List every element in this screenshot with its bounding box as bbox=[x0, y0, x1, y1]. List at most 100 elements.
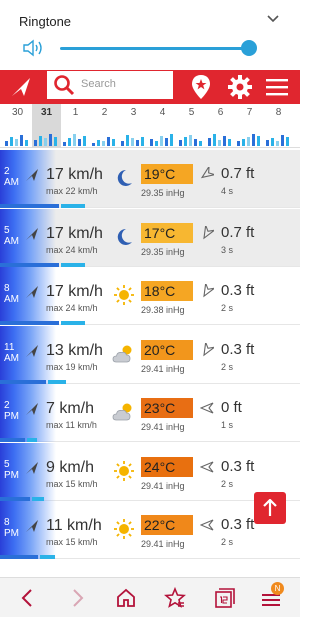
wind-speed: 11 km/h bbox=[46, 517, 102, 534]
temperature-badge: 24°C bbox=[141, 456, 193, 477]
ampm-text: PM bbox=[4, 469, 19, 481]
wind-gust-max: max 19 km/h bbox=[46, 361, 98, 372]
day-tab-4[interactable]: 4 bbox=[148, 104, 177, 148]
day-number: 7 bbox=[246, 107, 253, 118]
wind-direction-icon bbox=[26, 461, 38, 474]
wind-gust-max: max 15 km/h bbox=[46, 478, 98, 489]
wind-speed: 17 km/h bbox=[46, 166, 103, 183]
forecast-row[interactable]: 8 AM 17 km/h max 24 km/h 18°C 29.38 inHg 0.3 f… bbox=[0, 267, 300, 325]
wind-strength-bar bbox=[0, 379, 46, 384]
day-number: 5 bbox=[188, 107, 195, 118]
temperature-badge: 19°C bbox=[141, 164, 193, 184]
temperature-badge: 20°C bbox=[141, 339, 193, 360]
day-tab-31[interactable]: 31 bbox=[32, 104, 61, 148]
day-tab-8[interactable]: 8 bbox=[264, 104, 293, 148]
partly-cloudy-icon bbox=[112, 403, 132, 421]
ampm-text: AM bbox=[4, 177, 19, 188]
day-tab-3[interactable]: 3 bbox=[119, 104, 148, 148]
volume-slider-thumb[interactable] bbox=[241, 40, 258, 56]
forward-arrow-icon[interactable] bbox=[65, 586, 89, 610]
hour-text: 2 bbox=[4, 166, 10, 177]
volume-slider-track[interactable] bbox=[60, 47, 255, 50]
day-selector-strip: 30 31 1 2 3 4 5 6 7 8 bbox=[0, 104, 300, 148]
day-tab-30[interactable]: 30 bbox=[3, 104, 32, 148]
wind-gust-bar bbox=[40, 555, 55, 559]
day-number: 1 bbox=[72, 107, 79, 118]
swell-period: 2 s bbox=[221, 361, 234, 372]
swell-direction-icon bbox=[203, 225, 214, 239]
tabs-icon[interactable] bbox=[212, 586, 236, 610]
wind-gust-bar bbox=[61, 262, 85, 267]
day-tab-7[interactable]: 7 bbox=[235, 104, 264, 148]
hour-text: 8 bbox=[4, 517, 10, 528]
pressure-value: 29.41 inHg bbox=[141, 422, 185, 432]
forecast-row[interactable]: 5 AM 17 km/h max 24 km/h 17°C 29.35 inHg 0.7 f… bbox=[0, 208, 300, 267]
back-arrow-icon[interactable] bbox=[16, 586, 40, 610]
search-box[interactable]: Search bbox=[46, 70, 174, 100]
sun-icon bbox=[114, 519, 134, 539]
day-wind-bars bbox=[61, 130, 90, 146]
day-wind-bars bbox=[119, 130, 148, 146]
app-screen: Ringtone Search 30 31 1 2 3 4 5 6 7 8 2 … bbox=[0, 0, 300, 617]
day-number: 31 bbox=[40, 107, 53, 118]
forecast-row[interactable]: 2 AM 17 km/h max 22 km/h 19°C 29.35 inHg 0.7 f… bbox=[0, 150, 300, 208]
forecast-row[interactable]: 2 PM 7 km/h max 11 km/h 23°C 29.41 inHg 0 ft 1 … bbox=[0, 384, 300, 442]
scroll-to-top-button[interactable] bbox=[254, 492, 286, 524]
day-tab-2[interactable]: 2 bbox=[90, 104, 119, 148]
swell-height: 0.7 ft bbox=[221, 165, 255, 182]
notification-badge: N bbox=[271, 582, 284, 595]
swell-height: 0.3 ft bbox=[221, 282, 255, 299]
time-label: 2 AM bbox=[4, 166, 19, 188]
day-tab-1[interactable]: 1 bbox=[61, 104, 90, 148]
wind-speed: 9 km/h bbox=[46, 458, 95, 476]
wind-direction-icon bbox=[26, 344, 38, 357]
pressure-value: 29.41 inHg bbox=[141, 363, 185, 374]
swell-height: 0 ft bbox=[221, 399, 242, 416]
wind-gust-bar bbox=[48, 379, 66, 384]
swell-direction-icon bbox=[200, 167, 214, 179]
hour-text: 8 bbox=[4, 283, 10, 294]
time-label: 5 AM bbox=[4, 225, 19, 247]
temperature-badge: 17°C bbox=[141, 222, 193, 243]
wind-gust-bar bbox=[61, 204, 85, 208]
temperature-badge: 23°C bbox=[141, 398, 193, 418]
time-label: 8 AM bbox=[4, 283, 19, 305]
day-tab-6[interactable]: 6 bbox=[206, 104, 235, 148]
swell-period: 1 s bbox=[221, 420, 234, 430]
ampm-text: AM bbox=[4, 352, 19, 364]
day-wind-bars bbox=[90, 130, 119, 146]
home-icon[interactable] bbox=[114, 586, 138, 610]
temperature-badge: 22°C bbox=[141, 515, 193, 535]
wind-direction-icon bbox=[26, 520, 38, 532]
day-wind-bars bbox=[3, 130, 32, 146]
day-wind-bars bbox=[235, 130, 264, 146]
app-logo-icon[interactable] bbox=[9, 75, 35, 99]
day-tab-5[interactable]: 5 bbox=[177, 104, 206, 148]
favorite-location-pin-icon[interactable] bbox=[190, 74, 212, 100]
day-number: 8 bbox=[275, 107, 282, 118]
hamburger-menu-icon[interactable] bbox=[266, 78, 288, 96]
pressure-value: 29.41 inHg bbox=[141, 480, 185, 491]
day-number: 3 bbox=[130, 107, 137, 118]
wind-strength-bar bbox=[0, 496, 30, 501]
day-wind-bars bbox=[177, 130, 206, 146]
wind-speed: 7 km/h bbox=[46, 400, 95, 417]
day-number: 6 bbox=[217, 107, 224, 118]
wind-strength-bar bbox=[0, 321, 59, 325]
swell-period: 2 s bbox=[221, 478, 234, 489]
wind-gust-max: max 24 km/h bbox=[46, 303, 98, 313]
wind-gust-bar bbox=[61, 321, 85, 325]
swell-direction-icon bbox=[203, 284, 214, 298]
chevron-down-icon[interactable] bbox=[266, 12, 280, 26]
moon-icon bbox=[117, 169, 132, 186]
hour-text: 5 bbox=[4, 458, 10, 470]
forecast-row[interactable]: 11 AM 13 km/h max 19 km/h 20°C 29.41 inHg 0.3 … bbox=[0, 325, 300, 384]
sun-icon bbox=[114, 460, 134, 481]
bookmarks-star-icon[interactable] bbox=[163, 586, 187, 610]
gear-icon[interactable] bbox=[227, 74, 253, 100]
wind-direction-icon bbox=[26, 227, 38, 240]
ampm-text: PM bbox=[4, 528, 19, 539]
search-icon bbox=[54, 75, 75, 96]
wind-direction-icon bbox=[26, 286, 38, 298]
speaker-icon[interactable] bbox=[22, 39, 44, 57]
